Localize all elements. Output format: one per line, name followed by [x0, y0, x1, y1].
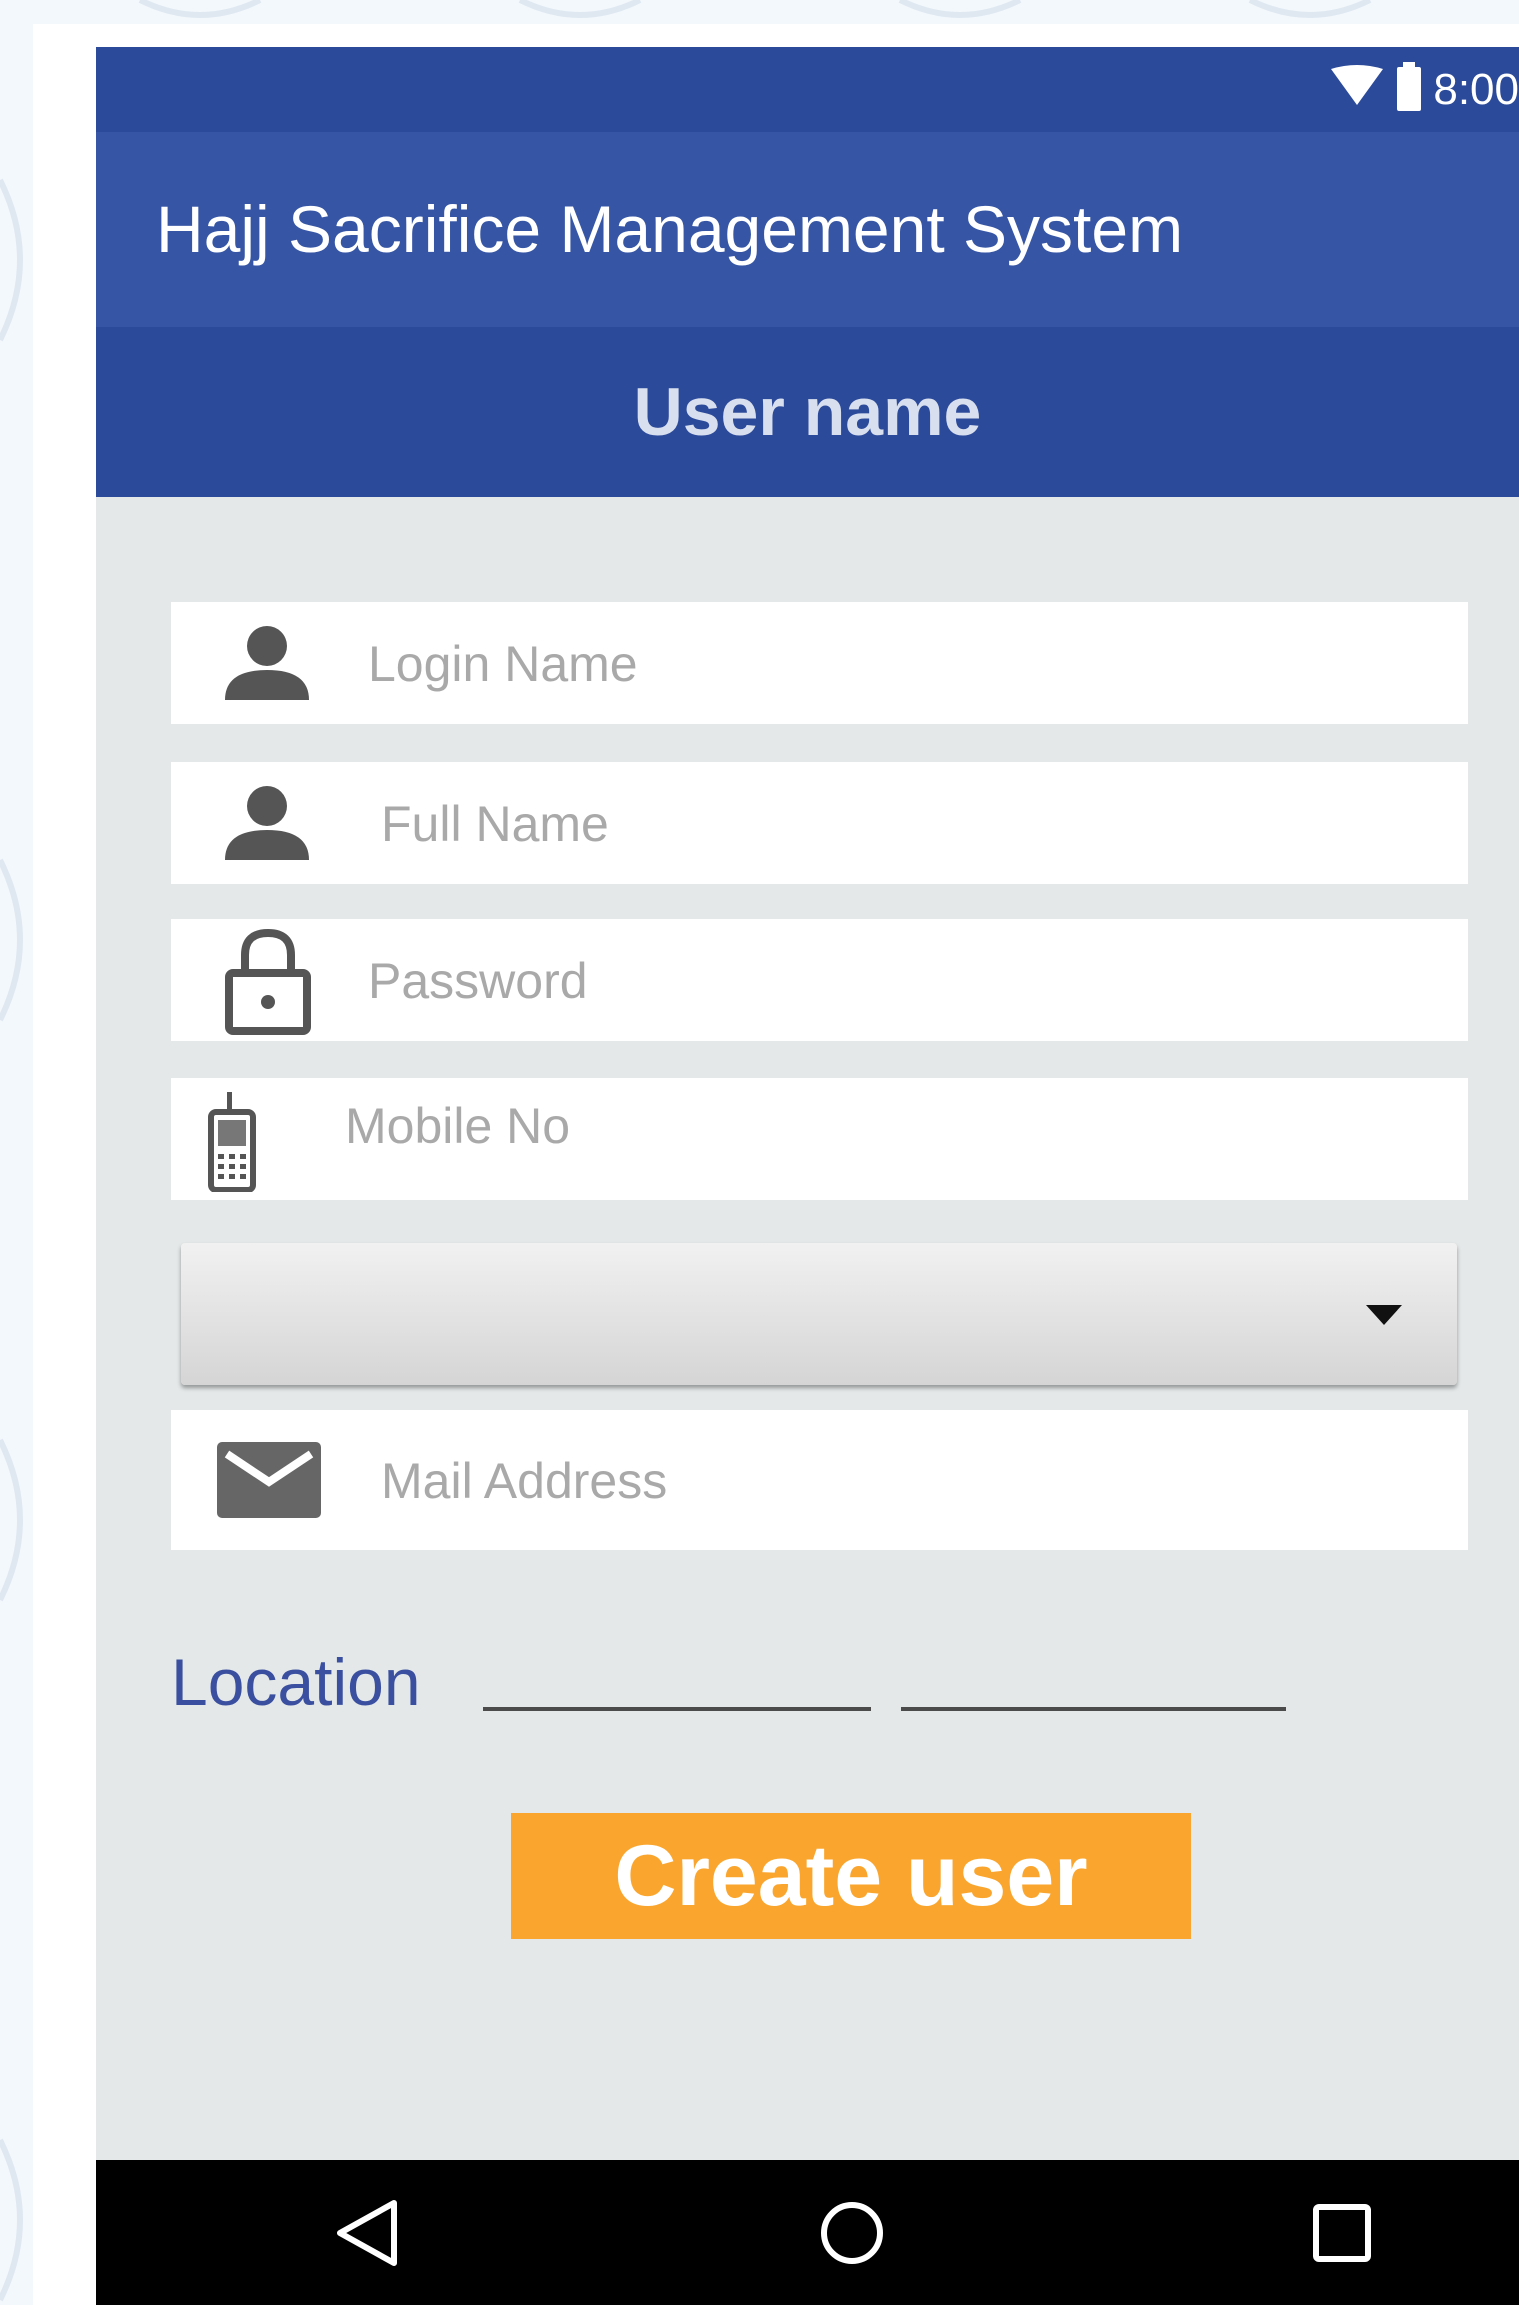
section-title: User name: [633, 374, 982, 450]
app-bar: Hajj Sacrifice Management System: [96, 132, 1519, 327]
home-icon[interactable]: [792, 2160, 912, 2305]
status-bar: 8:00: [96, 47, 1519, 132]
navigation-bar: [96, 2160, 1519, 2305]
full-name-field: [171, 762, 1468, 886]
create-user-button[interactable]: Create user: [511, 1813, 1191, 1939]
location-input-line-1[interactable]: [483, 1707, 871, 1711]
battery-icon: [1395, 62, 1423, 117]
mobile-no-input[interactable]: [343, 1064, 1347, 1188]
back-icon[interactable]: [306, 2160, 426, 2305]
status-time: 8:00: [1433, 64, 1519, 114]
password-input[interactable]: [366, 919, 1370, 1043]
full-name-input[interactable]: [379, 762, 1383, 886]
location-label: Location: [171, 1645, 421, 1719]
lock-icon: [223, 925, 313, 1040]
app-screen: 8:00 Hajj Sacrifice Management System Us…: [96, 47, 1519, 2305]
mail-address-input[interactable]: [379, 1410, 1383, 1552]
location-row: Location: [171, 1637, 1468, 1727]
envelope-icon: [217, 1442, 321, 1523]
person-icon: [223, 784, 311, 867]
login-name-input[interactable]: [366, 602, 1370, 726]
phone-frame: 8:00 Hajj Sacrifice Management System Us…: [33, 24, 1519, 2305]
location-input-line-2[interactable]: [901, 1707, 1286, 1711]
section-header: User name: [96, 327, 1519, 497]
password-field: [171, 919, 1468, 1043]
mobile-phone-icon: [207, 1092, 257, 1197]
login-name-field: [171, 602, 1468, 726]
caret-down-icon: [1366, 1305, 1402, 1330]
wifi-icon: [1329, 65, 1385, 114]
dropdown-select[interactable]: [181, 1243, 1457, 1385]
person-icon: [223, 624, 311, 707]
mail-address-field: [171, 1410, 1468, 1552]
app-title: Hajj Sacrifice Management System: [156, 192, 1184, 266]
mobile-no-field: [171, 1064, 1468, 1200]
recents-icon[interactable]: [1282, 2160, 1402, 2305]
status-icons: 8:00: [1329, 47, 1519, 132]
